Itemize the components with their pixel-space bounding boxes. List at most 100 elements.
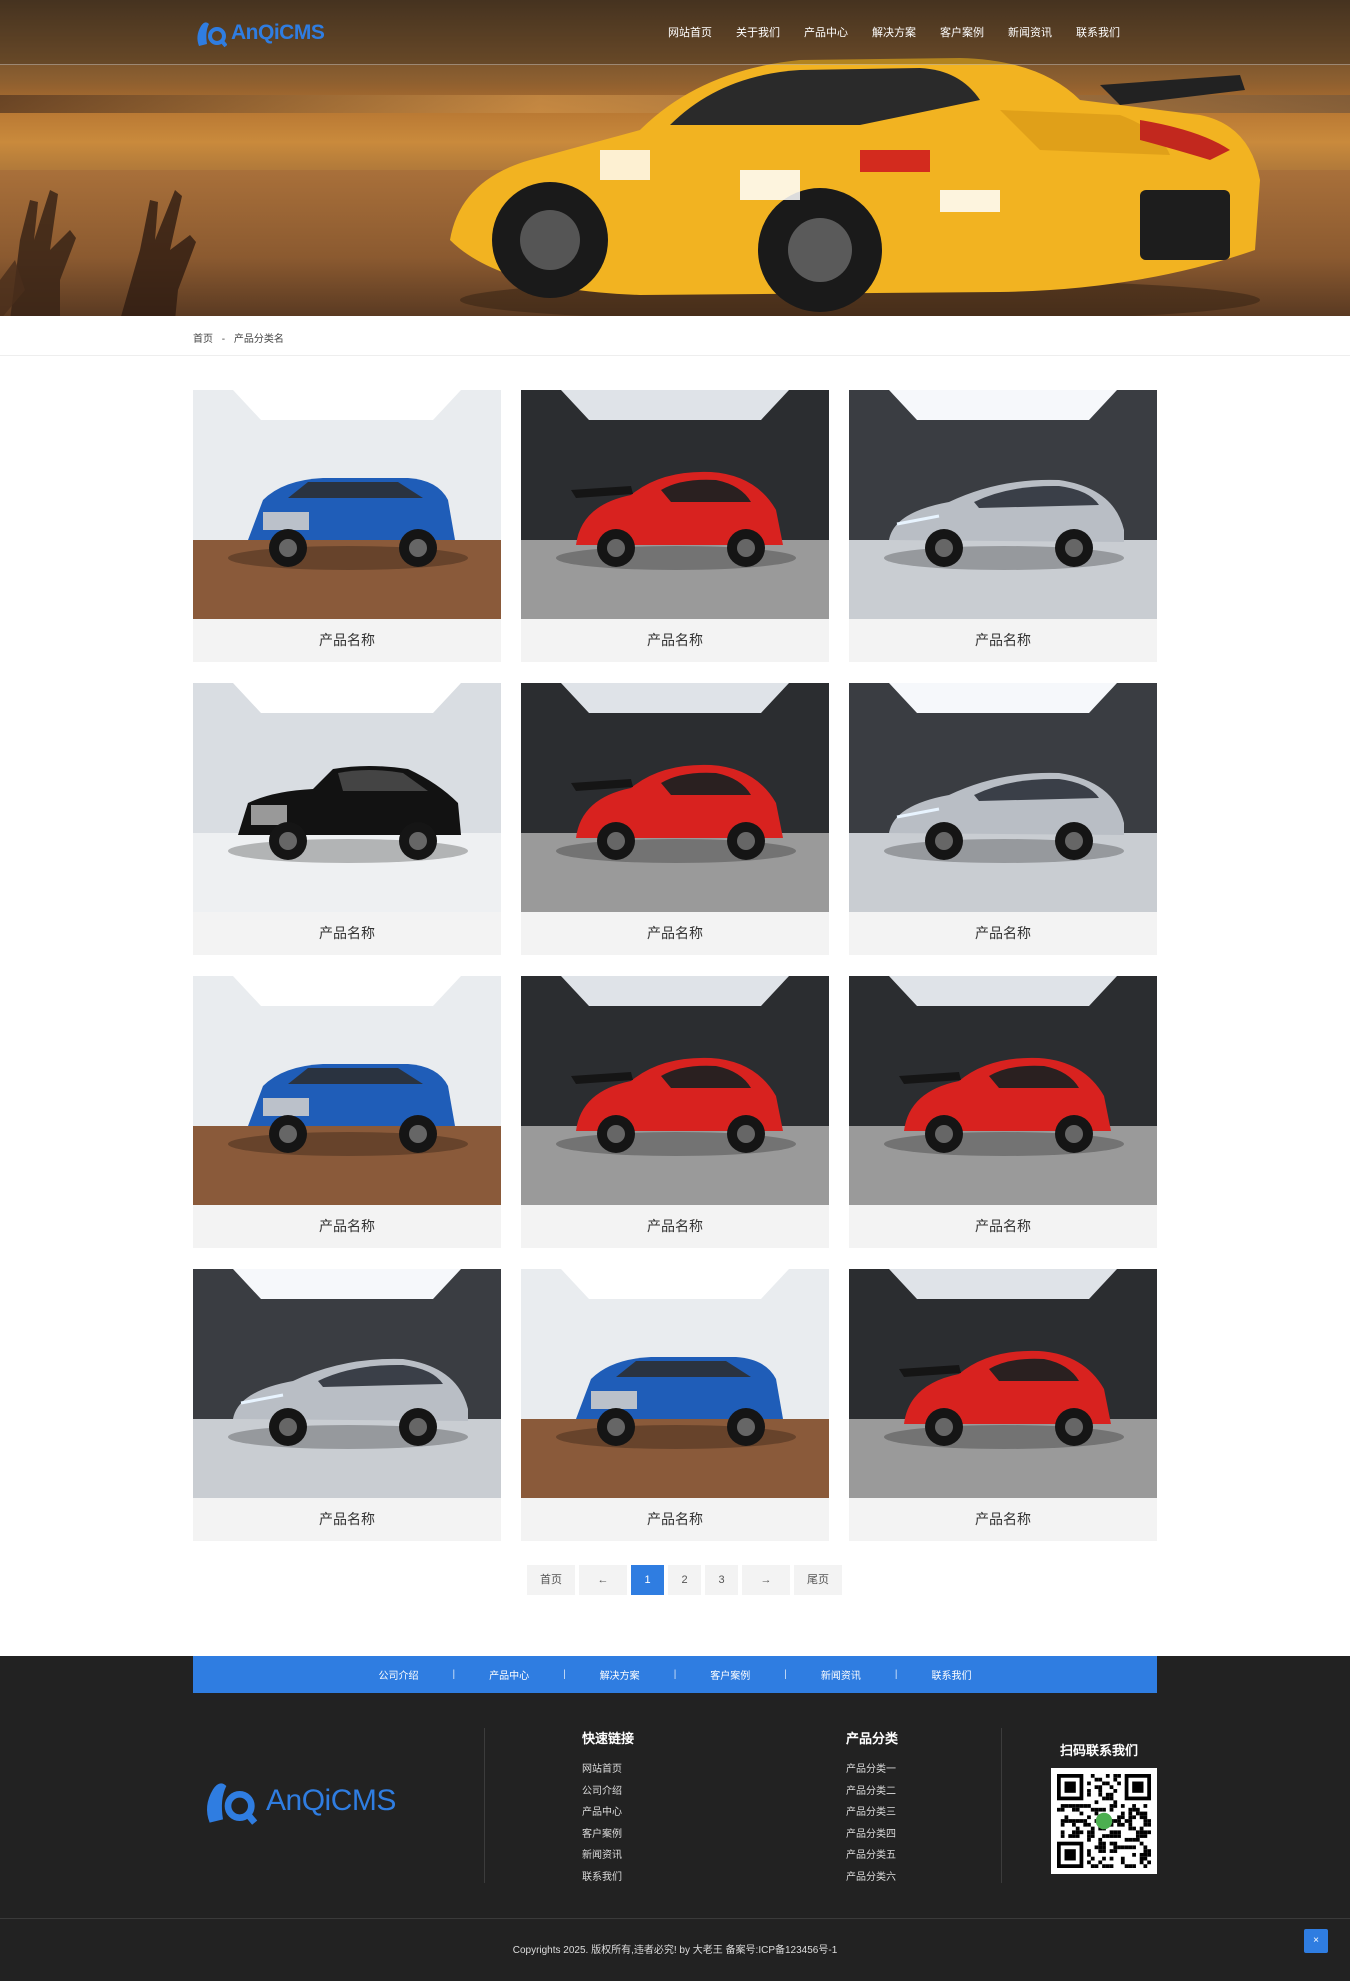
product-image[interactable]	[849, 1269, 1157, 1498]
hero-crowd-hands	[0, 130, 200, 316]
product-card[interactable]: 产品名称	[521, 683, 829, 955]
product-image[interactable]	[521, 683, 829, 912]
page-3[interactable]: 3	[705, 1565, 738, 1595]
quick-link-cases[interactable]: 客户案例	[582, 1824, 634, 1846]
categories-title: 产品分类	[846, 1731, 899, 1746]
breadcrumb-home[interactable]: 首页	[193, 334, 213, 345]
anqicms-logo-icon	[197, 22, 227, 48]
nav-products[interactable]: 产品中心	[804, 24, 848, 40]
product-name[interactable]: 产品名称	[193, 1205, 501, 1248]
product-name[interactable]: 产品名称	[193, 1498, 501, 1541]
product-card[interactable]: 产品名称	[193, 976, 501, 1248]
product-name[interactable]: 产品名称	[521, 619, 829, 662]
footer-nav-contact[interactable]: 联系我们	[932, 1667, 972, 1682]
breadcrumb-separator: -	[221, 334, 226, 345]
footer-logo-text: AnQiCMS	[266, 1784, 396, 1817]
product-image[interactable]	[193, 683, 501, 912]
product-image[interactable]	[521, 976, 829, 1205]
breadcrumb: 首页 - 产品分类名	[0, 316, 1350, 356]
page-2[interactable]: 2	[668, 1565, 701, 1595]
product-image[interactable]	[849, 683, 1157, 912]
copyright: Copyrights 2025. 版权所有,违者必究! by 大老王 备案号:I…	[0, 1918, 1350, 1981]
page-next[interactable]: →	[742, 1565, 790, 1595]
nav-news[interactable]: 新闻资讯	[1008, 24, 1052, 40]
product-name[interactable]: 产品名称	[521, 1205, 829, 1248]
product-name[interactable]: 产品名称	[849, 912, 1157, 955]
product-card[interactable]: 产品名称	[849, 976, 1157, 1248]
qr-code	[1051, 1768, 1157, 1874]
footer-nav-solutions[interactable]: 解决方案	[600, 1667, 640, 1682]
footer-nav-separator: |	[452, 1669, 456, 1680]
nav-contact[interactable]: 联系我们	[1076, 24, 1120, 40]
product-card[interactable]: 产品名称	[521, 1269, 829, 1541]
quick-link-company[interactable]: 公司介绍	[582, 1781, 634, 1803]
product-image[interactable]	[521, 1269, 829, 1498]
page-1[interactable]: 1	[631, 1565, 664, 1595]
logo-text: AnQiCMS	[231, 21, 325, 44]
product-name[interactable]: 产品名称	[193, 912, 501, 955]
footer: 公司介绍 | 产品中心 | 解决方案 | 客户案例 | 新闻资讯 | 联系我们 …	[0, 1656, 1350, 1981]
category-link-4[interactable]: 产品分类四	[846, 1824, 898, 1846]
product-name[interactable]: 产品名称	[521, 912, 829, 955]
product-name[interactable]: 产品名称	[521, 1498, 829, 1541]
category-link-2[interactable]: 产品分类二	[846, 1781, 898, 1803]
product-card[interactable]: 产品名称	[849, 1269, 1157, 1541]
footer-nav: 公司介绍 | 产品中心 | 解决方案 | 客户案例 | 新闻资讯 | 联系我们	[193, 1656, 1157, 1693]
product-card[interactable]: 产品名称	[521, 976, 829, 1248]
product-image[interactable]	[193, 1269, 501, 1498]
product-image[interactable]	[849, 390, 1157, 619]
footer-quick-links: 快速链接 网站首页 公司介绍 产品中心 客户案例 新闻资讯 联系我们	[582, 1728, 634, 1888]
product-image[interactable]	[849, 976, 1157, 1205]
main-nav: 网站首页 关于我们 产品中心 解决方案 客户案例 新闻资讯 联系我们	[668, 24, 1144, 40]
product-card[interactable]: 产品名称	[521, 390, 829, 662]
hero-race-car	[440, 30, 1270, 316]
product-name[interactable]: 产品名称	[849, 1205, 1157, 1248]
footer-divider	[484, 1728, 485, 1883]
quick-link-news[interactable]: 新闻资讯	[582, 1845, 634, 1867]
product-card[interactable]: 产品名称	[849, 683, 1157, 955]
page-last[interactable]: 尾页	[794, 1565, 842, 1595]
top-navbar: AnQiCMS 网站首页 关于我们 产品中心 解决方案 客户案例 新闻资讯 联系…	[0, 0, 1350, 65]
nav-home[interactable]: 网站首页	[668, 24, 712, 40]
product-card[interactable]: 产品名称	[849, 390, 1157, 662]
anqicms-logo-icon	[207, 1783, 258, 1825]
quick-link-home[interactable]: 网站首页	[582, 1759, 634, 1781]
product-card[interactable]: 产品名称	[193, 683, 501, 955]
nav-solutions[interactable]: 解决方案	[872, 24, 916, 40]
footer-nav-separator: |	[894, 1669, 898, 1680]
footer-nav-separator: |	[784, 1669, 787, 1680]
category-link-3[interactable]: 产品分类三	[846, 1802, 898, 1824]
hero-banner: AnQiCMS 网站首页 关于我们 产品中心 解决方案 客户案例 新闻资讯 联系…	[0, 0, 1350, 316]
page-prev[interactable]: ←	[579, 1565, 627, 1595]
product-name[interactable]: 产品名称	[193, 619, 501, 662]
product-card[interactable]: 产品名称	[193, 1269, 501, 1541]
footer-categories: 产品分类 产品分类一 产品分类二 产品分类三 产品分类四 产品分类五 产品分类六	[846, 1728, 898, 1888]
quick-link-contact[interactable]: 联系我们	[582, 1867, 634, 1889]
quick-link-products[interactable]: 产品中心	[582, 1802, 634, 1824]
footer-nav-news[interactable]: 新闻资讯	[821, 1667, 861, 1682]
page-first[interactable]: 首页	[527, 1565, 575, 1595]
category-link-6[interactable]: 产品分类六	[846, 1867, 898, 1889]
product-name[interactable]: 产品名称	[849, 619, 1157, 662]
product-name[interactable]: 产品名称	[849, 1498, 1157, 1541]
nav-cases[interactable]: 客户案例	[940, 24, 984, 40]
footer-nav-company[interactable]: 公司介绍	[378, 1667, 418, 1682]
category-link-1[interactable]: 产品分类一	[846, 1759, 898, 1781]
footer-nav-separator: |	[563, 1669, 566, 1680]
pagination: 首页 ← 1 2 3 → 尾页	[527, 1565, 846, 1595]
nav-about[interactable]: 关于我们	[736, 24, 780, 40]
footer-nav-cases[interactable]: 客户案例	[710, 1667, 750, 1682]
back-to-top-button[interactable]: ×	[1304, 1929, 1328, 1953]
quick-links-title: 快速链接	[582, 1731, 635, 1746]
category-link-5[interactable]: 产品分类五	[846, 1845, 898, 1867]
footer-logo[interactable]: AnQiCMS	[196, 1776, 396, 1826]
product-image[interactable]	[193, 390, 501, 619]
product-card[interactable]: 产品名称	[193, 390, 501, 662]
qr-code-icon	[1057, 1774, 1151, 1868]
breadcrumb-current[interactable]: 产品分类名	[234, 334, 284, 345]
product-image[interactable]	[521, 390, 829, 619]
site-logo[interactable]: AnQiCMS	[193, 17, 325, 49]
product-image[interactable]	[193, 976, 501, 1205]
footer-nav-separator: |	[673, 1669, 677, 1680]
footer-nav-products[interactable]: 产品中心	[489, 1667, 529, 1682]
